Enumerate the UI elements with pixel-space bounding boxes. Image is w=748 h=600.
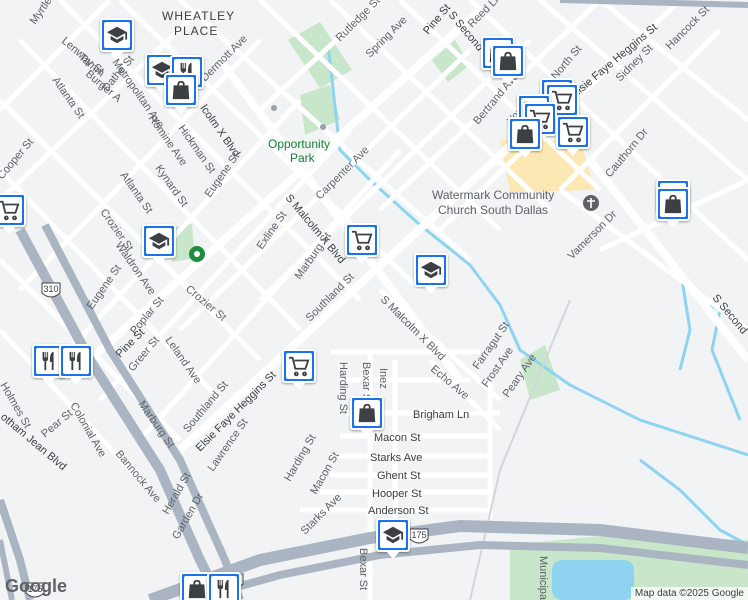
shopping-bag-icon <box>358 403 376 423</box>
shopping-cart-icon <box>351 230 373 251</box>
svg-text:Colonial Ave: Colonial Ave <box>67 401 108 460</box>
school-icon <box>382 526 404 544</box>
shopping-bag-icon <box>188 579 206 599</box>
church-label: Watermark Community <box>432 188 554 202</box>
shopping-cart-icon <box>562 122 584 143</box>
svg-text:Myrtle St: Myrtle St <box>28 0 63 27</box>
svg-text:North St: North St <box>549 43 584 82</box>
neighborhood-label: PLACE <box>174 24 218 38</box>
svg-text:Ghent St: Ghent St <box>377 470 420 482</box>
svg-text:Eugene St: Eugene St <box>85 263 124 312</box>
svg-text:Cooper St: Cooper St <box>0 136 36 182</box>
shopping-bag-marker[interactable] <box>350 396 384 437</box>
shopping-bag-icon <box>499 51 517 71</box>
map-base: 310 310 175 175 WHEATLEY PLACE Opportuni… <box>0 0 748 600</box>
highway-shield-175: 175 <box>409 528 429 544</box>
svg-text:Rutledge St: Rutledge St <box>334 0 383 44</box>
school-marker[interactable] <box>100 18 134 59</box>
svg-text:Macon St: Macon St <box>374 432 420 444</box>
park-pin-dot <box>194 251 200 257</box>
svg-text:Starks Ave: Starks Ave <box>370 452 422 464</box>
shopping-cart-marker[interactable] <box>282 349 316 390</box>
dot-marker <box>271 105 277 111</box>
shopping-bag-marker[interactable] <box>491 44 525 85</box>
svg-text:Hooper St: Hooper St <box>372 488 422 500</box>
shopping-cart-marker[interactable] <box>345 223 379 264</box>
svg-text:Pear St: Pear St <box>39 408 75 441</box>
svg-text:Starks Ave: Starks Ave <box>299 492 345 538</box>
shopping-bag-icon <box>516 124 534 144</box>
church-label: Church South Dallas <box>438 203 548 217</box>
shopping-bag-marker[interactable] <box>508 117 542 158</box>
neighborhood-label: WHEATLEY <box>162 9 235 23</box>
school-icon <box>106 26 128 44</box>
google-logo: Google <box>5 576 67 596</box>
svg-text:Municipal: Municipal <box>537 556 549 600</box>
svg-text:Anderson St: Anderson St <box>368 505 429 517</box>
school-marker[interactable] <box>376 518 410 559</box>
shopping-bag-icon <box>172 80 190 100</box>
highway-shield-310: 310 <box>41 282 61 298</box>
restaurant-marker[interactable] <box>207 572 241 600</box>
map-attribution[interactable]: Map data ©2025 Google <box>630 587 748 600</box>
shopping-bag-marker[interactable] <box>164 73 198 114</box>
restaurant-icon <box>42 351 54 371</box>
shopping-cart-icon <box>0 200 20 221</box>
shopping-cart-icon <box>288 356 310 377</box>
creek <box>678 279 692 371</box>
shopping-bag-icon <box>664 194 682 214</box>
svg-text:Harding St: Harding St <box>337 362 349 414</box>
school-icon <box>420 261 442 279</box>
school-icon <box>148 232 170 250</box>
svg-text:Elsie Faye Heggins St: Elsie Faye Heggins St <box>569 22 660 101</box>
school-marker[interactable] <box>142 224 176 265</box>
svg-text:310: 310 <box>43 284 58 294</box>
svg-text:Bexar St: Bexar St <box>357 548 369 590</box>
restaurant-icon <box>217 579 229 599</box>
svg-text:Leland Ave: Leland Ave <box>163 335 204 386</box>
map-canvas[interactable]: 310 310 175 175 WHEATLEY PLACE Opportuni… <box>0 0 748 600</box>
pond <box>552 560 634 600</box>
school-marker[interactable] <box>414 253 448 294</box>
svg-text:Atlanta St: Atlanta St <box>50 75 87 121</box>
svg-text:Brigham Ln: Brigham Ln <box>413 409 469 421</box>
shopping-cart-marker[interactable] <box>556 115 590 156</box>
dot-marker <box>320 124 326 130</box>
shopping-bag-marker[interactable] <box>656 187 690 228</box>
restaurant-marker[interactable] <box>59 344 93 385</box>
shopping-cart-marker[interactable] <box>0 193 26 234</box>
park-label: Opportunity <box>268 137 330 151</box>
svg-text:175: 175 <box>411 530 426 540</box>
svg-text:Inez: Inez <box>377 368 389 389</box>
svg-text:Harding St: Harding St <box>282 432 318 483</box>
park-label: Park <box>290 151 316 165</box>
restaurant-icon <box>69 351 81 371</box>
